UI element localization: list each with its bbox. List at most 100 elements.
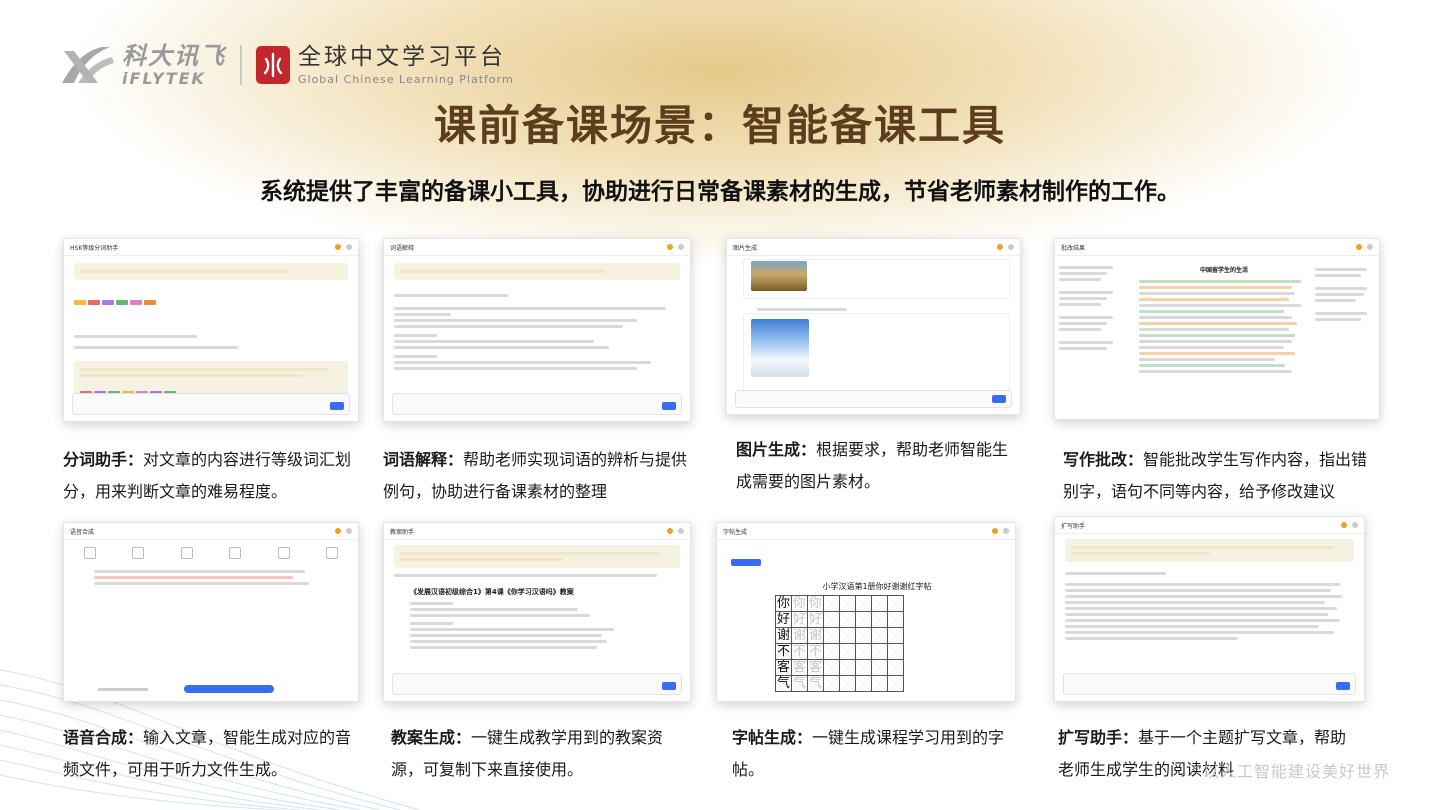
copybook-trace-cell <box>855 675 872 692</box>
copybook-trace-cell <box>887 659 904 676</box>
copybook-row: 不不不 <box>775 643 965 660</box>
copybook-trace-cell <box>871 643 888 660</box>
copybook-trace-cell <box>823 611 840 628</box>
copybook-trace-cell: 不 <box>791 643 808 660</box>
platform-en-name: Global Chinese Learning Platform <box>298 72 514 86</box>
copybook-trace-cell <box>823 659 840 676</box>
copybook-title: 小学汉语第1册你好谢谢红字帖 <box>822 582 932 591</box>
desc-name: 分词助手： <box>63 450 144 469</box>
screenshot-writing-correction: 批改结果 中国留学生的生活 <box>1054 238 1380 420</box>
copybook-trace-cell <box>871 659 888 676</box>
screen-title: 教案助手 <box>390 528 415 536</box>
copybook-trace-cell: 谢 <box>791 627 808 644</box>
copybook-trace-cell <box>855 611 872 628</box>
screen-title: 扩写助手 <box>1061 522 1086 530</box>
copybook-trace-cell: 你 <box>791 595 808 612</box>
desc-name: 扩写助手： <box>1058 728 1139 747</box>
copybook-trace-cell: 你 <box>807 595 824 612</box>
copybook-trace-cell <box>855 627 872 644</box>
copybook-trace-cell <box>839 675 856 692</box>
logo-divider <box>240 45 242 85</box>
copybook-trace-cell <box>855 659 872 676</box>
screenshot-lesson-plan: 教案助手 《发展汉语初级综合1》第4课《你学习汉语吗》教案 <box>383 522 691 702</box>
screenshot-word-explanation: 词语解释 <box>383 238 691 422</box>
copybook-row: 谢谢谢 <box>775 627 965 644</box>
desc-name: 词语解释： <box>383 450 464 469</box>
copybook-trace-cell: 客 <box>807 659 824 676</box>
screenshot-copybook: 字帖生成 小学汉语第1册你好谢谢红字帖 你你你好好好谢谢谢不不不客客客气气气 <box>716 522 1016 702</box>
desc-name: 图片生成： <box>736 440 817 459</box>
desc-name: 语音合成： <box>63 728 144 747</box>
copybook-trace-cell: 好 <box>807 611 824 628</box>
copybook-trace-cell <box>871 595 888 612</box>
generated-landscape-image <box>751 261 807 291</box>
copybook-trace-cell <box>855 643 872 660</box>
copybook-row: 好好好 <box>775 611 965 628</box>
desc-word-explanation: 词语解释：帮助老师实现词语的辨析与提供例句，协助进行备课素材的整理 <box>383 444 698 508</box>
desc-segmentation: 分词助手：对文章的内容进行等级词汇划分，用来判断文章的难易程度。 <box>63 444 363 508</box>
copybook-trace-cell <box>887 643 904 660</box>
copybook-char: 客 <box>775 659 792 676</box>
platform-cn-name: 全球中文学习平台 <box>298 43 506 70</box>
screenshot-image-generation: 图片生成 <box>726 238 1021 415</box>
copybook-trace-cell <box>887 595 904 612</box>
copybook-trace-cell <box>823 627 840 644</box>
copybook-trace-cell <box>823 675 840 692</box>
copybook-trace-cell: 气 <box>807 675 824 692</box>
copybook-trace-cell <box>839 611 856 628</box>
screen-title: 语音合成 <box>70 528 95 536</box>
slogan-watermark: 以人工智能建设美好世界 <box>1202 762 1390 781</box>
copybook-trace-cell <box>839 595 856 612</box>
iflytek-en-name: iFLYTEK <box>122 68 206 88</box>
copybook-trace-cell: 好 <box>791 611 808 628</box>
iflytek-mark-icon <box>62 47 114 83</box>
screen-title: 字帖生成 <box>723 528 748 536</box>
copybook-row: 气气气 <box>775 675 965 692</box>
brand-header: 科大讯飞 iFLYTEK 全球中文学习平台 Global Chinese Lea… <box>58 40 514 90</box>
copybook-char: 好 <box>775 611 792 628</box>
copybook-trace-cell <box>887 675 904 692</box>
copybook-char: 气 <box>775 675 792 692</box>
copybook-row: 你你你 <box>775 595 965 612</box>
screenshot-segmentation-assistant: HSK等级分词助手 <box>63 238 359 422</box>
lesson-plan-title: 《发展汉语初级综合1》第4课《你学习汉语吗》教案 <box>410 588 574 596</box>
desc-copybook: 字帖生成：一键生成课程学习用到的字帖。 <box>732 722 1012 786</box>
generated-snow-image <box>751 319 809 377</box>
copybook-trace-cell <box>871 611 888 628</box>
desc-writing-correction: 写作批改：智能批改学生写作内容，指出错别字，语句不同等内容，给予修改建议 <box>1063 444 1383 508</box>
page-subtitle: 系统提供了丰富的备课小工具，协助进行日常备课素材的生成，节省老师素材制作的工作。 <box>260 179 1180 205</box>
copybook-trace-cell <box>839 643 856 660</box>
desc-lesson-plan: 教案生成：一键生成教学用到的教案资源，可复制下来直接使用。 <box>391 722 681 786</box>
copybook-char: 你 <box>775 595 792 612</box>
copybook-row: 客客客 <box>775 659 965 676</box>
copybook-trace-cell <box>887 611 904 628</box>
screenshot-speech-synthesis: 语音合成 <box>63 522 359 702</box>
screen-title: 图片生成 <box>733 244 758 252</box>
essay-title: 中国留学生的生活 <box>1199 267 1248 274</box>
copybook-trace-cell: 谢 <box>807 627 824 644</box>
screenshot-expansion-assistant: 扩写助手 <box>1054 516 1365 702</box>
copybook-trace-cell <box>871 627 888 644</box>
screen-title: 批改结果 <box>1061 244 1086 252</box>
desc-speech-synthesis: 语音合成：输入文章，智能生成对应的音频文件，可用于听力文件生成。 <box>63 722 363 786</box>
copybook-trace-cell <box>887 627 904 644</box>
copybook-trace-cell <box>823 595 840 612</box>
copybook-char: 谢 <box>775 627 792 644</box>
screen-title: HSK等级分词助手 <box>70 244 119 252</box>
copybook-trace-cell <box>839 659 856 676</box>
copybook-trace-cell: 气 <box>791 675 808 692</box>
copybook-trace-cell: 客 <box>791 659 808 676</box>
desc-image-generation: 图片生成：根据要求，帮助老师智能生成需要的图片素材。 <box>736 434 1016 498</box>
page-title: 课前备课场景：智能备课工具 <box>433 101 1006 150</box>
iflytek-cn-name: 科大讯飞 <box>122 41 226 70</box>
screen-title: 词语解释 <box>390 244 415 252</box>
copybook-trace-cell: 不 <box>807 643 824 660</box>
copybook-trace-cell <box>871 675 888 692</box>
iflytek-logo: 科大讯飞 iFLYTEK <box>58 43 226 87</box>
desc-name: 字帖生成： <box>732 728 813 747</box>
desc-name: 教案生成： <box>391 728 472 747</box>
copybook-char: 不 <box>775 643 792 660</box>
copybook-trace-cell <box>823 643 840 660</box>
platform-seal-icon <box>256 46 290 84</box>
copybook-trace-cell <box>855 595 872 612</box>
